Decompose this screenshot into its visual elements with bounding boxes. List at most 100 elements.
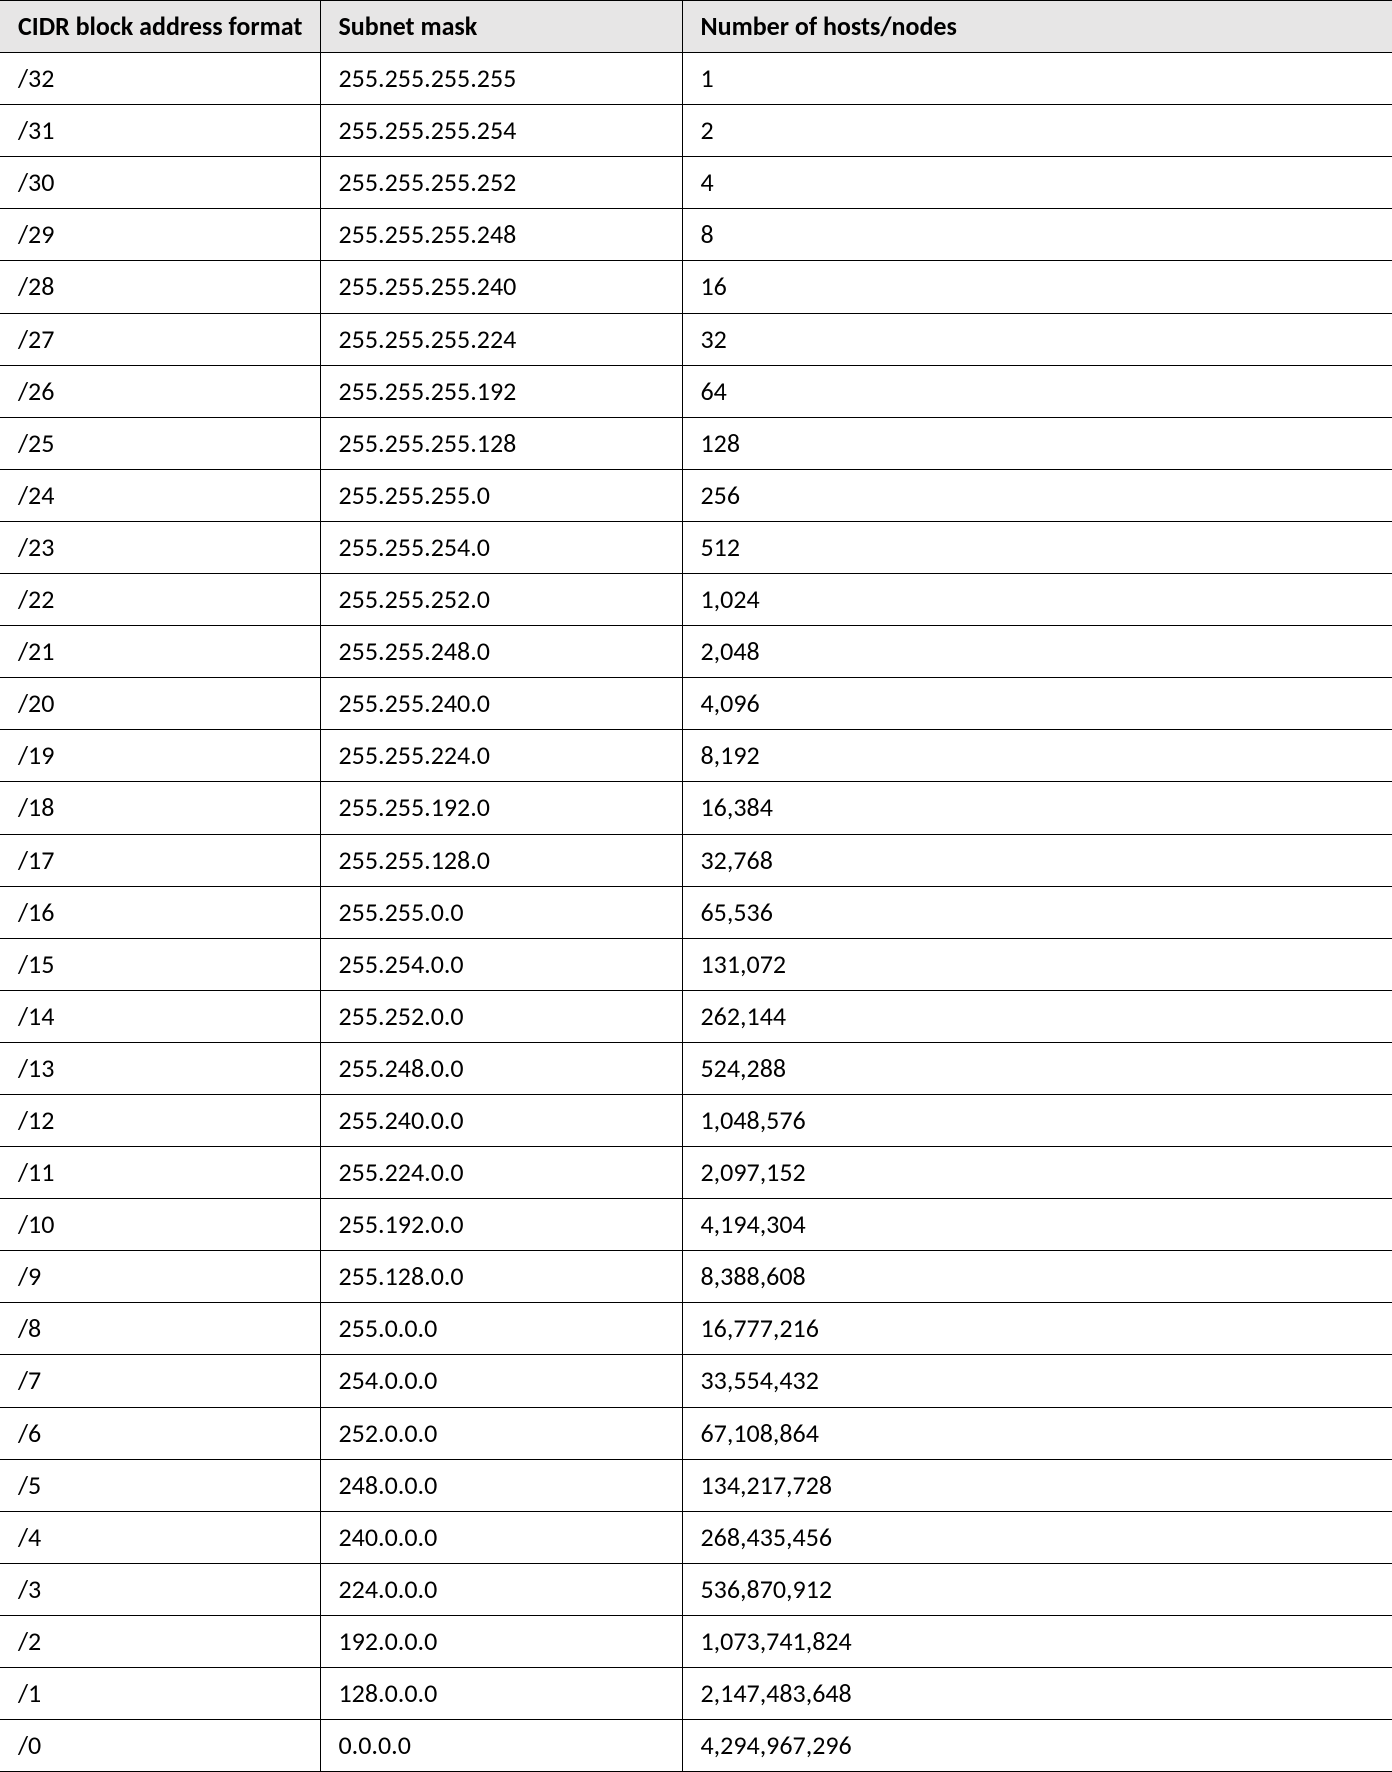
cell-hosts: 16,384 bbox=[682, 782, 1392, 834]
cell-cidr: /31 bbox=[0, 105, 320, 157]
table-row: /00.0.0.04,294,967,296 bbox=[0, 1720, 1392, 1772]
table-row: /18255.255.192.016,384 bbox=[0, 782, 1392, 834]
cell-cidr: /14 bbox=[0, 990, 320, 1042]
table-row: /3224.0.0.0536,870,912 bbox=[0, 1563, 1392, 1615]
cell-mask: 255.0.0.0 bbox=[320, 1303, 682, 1355]
table-body: /32255.255.255.2551/31255.255.255.2542/3… bbox=[0, 53, 1392, 1772]
cell-cidr: /3 bbox=[0, 1563, 320, 1615]
cell-mask: 255.248.0.0 bbox=[320, 1042, 682, 1094]
cell-mask: 255.255.255.192 bbox=[320, 365, 682, 417]
cell-hosts: 65,536 bbox=[682, 886, 1392, 938]
cell-mask: 255.240.0.0 bbox=[320, 1094, 682, 1146]
cell-mask: 255.255.255.128 bbox=[320, 417, 682, 469]
cell-cidr: /7 bbox=[0, 1355, 320, 1407]
cell-cidr: /12 bbox=[0, 1094, 320, 1146]
cell-hosts: 33,554,432 bbox=[682, 1355, 1392, 1407]
cell-cidr: /21 bbox=[0, 626, 320, 678]
table-row: /24255.255.255.0256 bbox=[0, 469, 1392, 521]
table-row: /30255.255.255.2524 bbox=[0, 157, 1392, 209]
cell-hosts: 8,192 bbox=[682, 730, 1392, 782]
cell-hosts: 536,870,912 bbox=[682, 1563, 1392, 1615]
cell-hosts: 128 bbox=[682, 417, 1392, 469]
cell-cidr: /24 bbox=[0, 469, 320, 521]
cell-cidr: /23 bbox=[0, 521, 320, 573]
cell-cidr: /32 bbox=[0, 53, 320, 105]
table-row: /29255.255.255.2488 bbox=[0, 209, 1392, 261]
table-row: /23255.255.254.0512 bbox=[0, 521, 1392, 573]
cell-hosts: 256 bbox=[682, 469, 1392, 521]
cell-cidr: /27 bbox=[0, 313, 320, 365]
cell-mask: 128.0.0.0 bbox=[320, 1668, 682, 1720]
cell-cidr: /22 bbox=[0, 574, 320, 626]
cell-hosts: 524,288 bbox=[682, 1042, 1392, 1094]
cell-hosts: 64 bbox=[682, 365, 1392, 417]
table-header-row: CIDR block address format Subnet mask Nu… bbox=[0, 1, 1392, 53]
table-row: /31255.255.255.2542 bbox=[0, 105, 1392, 157]
cell-cidr: /26 bbox=[0, 365, 320, 417]
cell-cidr: /16 bbox=[0, 886, 320, 938]
cell-hosts: 32,768 bbox=[682, 834, 1392, 886]
cell-hosts: 4 bbox=[682, 157, 1392, 209]
cell-mask: 0.0.0.0 bbox=[320, 1720, 682, 1772]
cell-hosts: 4,194,304 bbox=[682, 1199, 1392, 1251]
table-row: /4240.0.0.0268,435,456 bbox=[0, 1511, 1392, 1563]
table-row: /16255.255.0.065,536 bbox=[0, 886, 1392, 938]
cell-cidr: /1 bbox=[0, 1668, 320, 1720]
cell-mask: 255.255.128.0 bbox=[320, 834, 682, 886]
cell-hosts: 4,096 bbox=[682, 678, 1392, 730]
cell-mask: 255.255.248.0 bbox=[320, 626, 682, 678]
cell-mask: 255.255.255.240 bbox=[320, 261, 682, 313]
cell-hosts: 2,097,152 bbox=[682, 1147, 1392, 1199]
cell-mask: 255.192.0.0 bbox=[320, 1199, 682, 1251]
cell-cidr: /13 bbox=[0, 1042, 320, 1094]
cell-hosts: 4,294,967,296 bbox=[682, 1720, 1392, 1772]
table-row: /27255.255.255.22432 bbox=[0, 313, 1392, 365]
cell-hosts: 512 bbox=[682, 521, 1392, 573]
header-hosts: Number of hosts/nodes bbox=[682, 1, 1392, 53]
cell-mask: 255.255.255.224 bbox=[320, 313, 682, 365]
cell-hosts: 262,144 bbox=[682, 990, 1392, 1042]
cell-hosts: 2 bbox=[682, 105, 1392, 157]
table-row: /17255.255.128.032,768 bbox=[0, 834, 1392, 886]
table-row: /22255.255.252.01,024 bbox=[0, 574, 1392, 626]
cell-mask: 255.224.0.0 bbox=[320, 1147, 682, 1199]
cell-mask: 255.255.255.255 bbox=[320, 53, 682, 105]
cell-cidr: /4 bbox=[0, 1511, 320, 1563]
table-row: /13255.248.0.0524,288 bbox=[0, 1042, 1392, 1094]
cell-mask: 252.0.0.0 bbox=[320, 1407, 682, 1459]
table-row: /25255.255.255.128128 bbox=[0, 417, 1392, 469]
cell-hosts: 131,072 bbox=[682, 938, 1392, 990]
cell-mask: 224.0.0.0 bbox=[320, 1563, 682, 1615]
cell-mask: 255.255.255.248 bbox=[320, 209, 682, 261]
cell-hosts: 134,217,728 bbox=[682, 1459, 1392, 1511]
cell-mask: 255.255.224.0 bbox=[320, 730, 682, 782]
table-row: /20255.255.240.04,096 bbox=[0, 678, 1392, 730]
cell-mask: 192.0.0.0 bbox=[320, 1615, 682, 1667]
cell-mask: 255.255.252.0 bbox=[320, 574, 682, 626]
cell-cidr: /9 bbox=[0, 1251, 320, 1303]
cell-cidr: /30 bbox=[0, 157, 320, 209]
cell-cidr: /15 bbox=[0, 938, 320, 990]
table-row: /6252.0.0.067,108,864 bbox=[0, 1407, 1392, 1459]
table-row: /5248.0.0.0134,217,728 bbox=[0, 1459, 1392, 1511]
cell-mask: 255.255.192.0 bbox=[320, 782, 682, 834]
cell-cidr: /17 bbox=[0, 834, 320, 886]
cell-hosts: 2,048 bbox=[682, 626, 1392, 678]
cell-cidr: /25 bbox=[0, 417, 320, 469]
cell-hosts: 1 bbox=[682, 53, 1392, 105]
table-row: /7254.0.0.033,554,432 bbox=[0, 1355, 1392, 1407]
cell-mask: 255.128.0.0 bbox=[320, 1251, 682, 1303]
table-row: /32255.255.255.2551 bbox=[0, 53, 1392, 105]
cell-hosts: 268,435,456 bbox=[682, 1511, 1392, 1563]
header-mask: Subnet mask bbox=[320, 1, 682, 53]
cell-cidr: /6 bbox=[0, 1407, 320, 1459]
cell-mask: 255.255.255.252 bbox=[320, 157, 682, 209]
table-row: /9255.128.0.08,388,608 bbox=[0, 1251, 1392, 1303]
cell-mask: 254.0.0.0 bbox=[320, 1355, 682, 1407]
cell-mask: 255.255.255.0 bbox=[320, 469, 682, 521]
cell-cidr: /5 bbox=[0, 1459, 320, 1511]
cell-mask: 240.0.0.0 bbox=[320, 1511, 682, 1563]
cell-mask: 255.254.0.0 bbox=[320, 938, 682, 990]
cell-cidr: /19 bbox=[0, 730, 320, 782]
table-row: /28255.255.255.24016 bbox=[0, 261, 1392, 313]
